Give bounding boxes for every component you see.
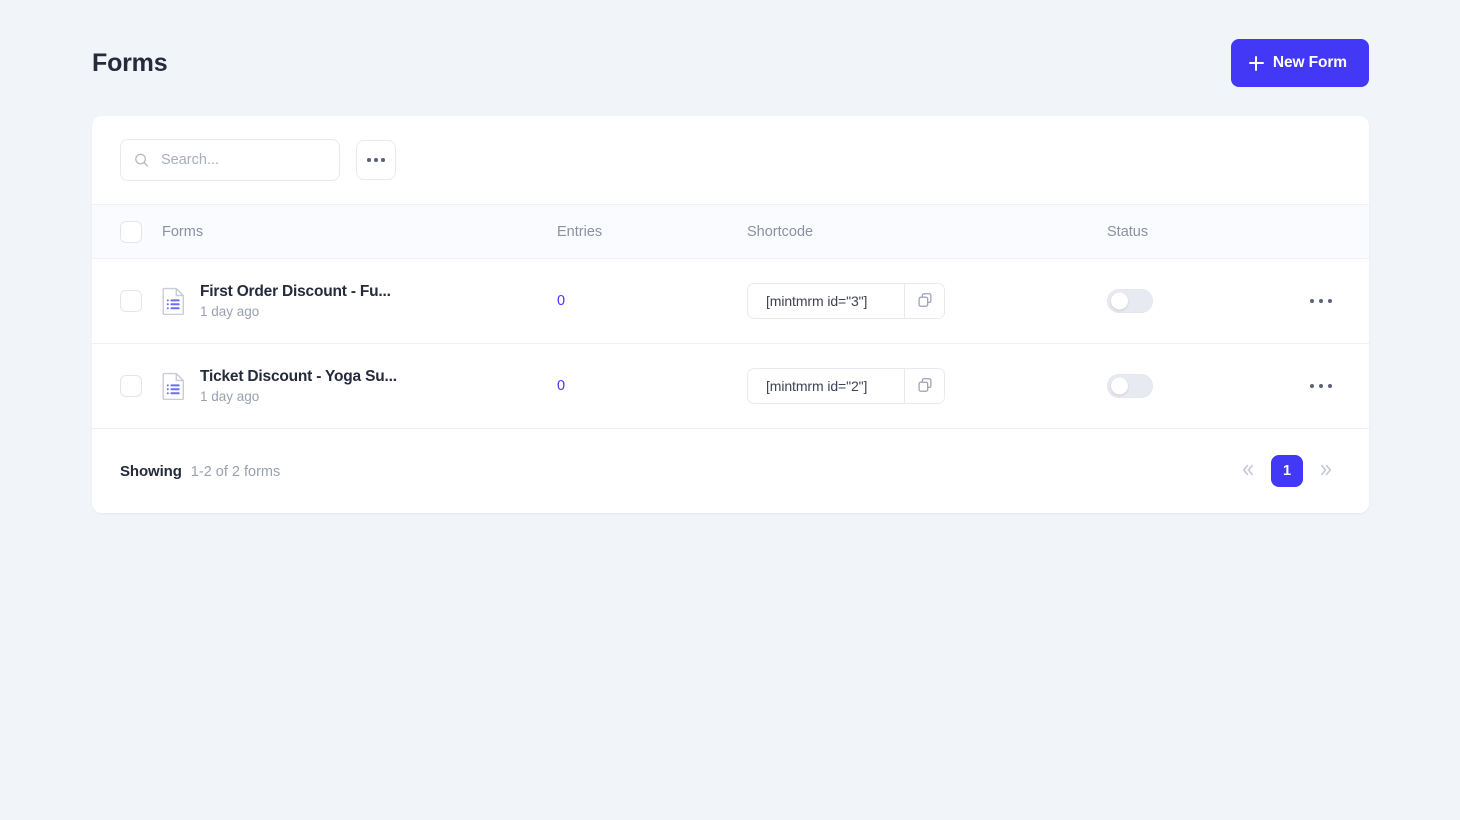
row-more-button[interactable] <box>1299 286 1343 316</box>
form-name[interactable]: Ticket Discount - Yoga Su... <box>200 368 397 385</box>
column-header-forms: Forms <box>162 204 557 259</box>
page-title: Forms <box>92 48 168 77</box>
page-header: Forms New Form <box>92 38 1369 88</box>
double-chevron-left-icon <box>1239 461 1257 482</box>
copy-icon <box>917 377 933 396</box>
showing-label: Showing <box>120 462 182 480</box>
row-checkbox[interactable] <box>120 375 142 397</box>
pagination-first-button[interactable] <box>1233 456 1263 486</box>
plus-icon <box>1248 55 1264 71</box>
ellipsis-icon-dot <box>1310 298 1315 304</box>
column-header-shortcode: Shortcode <box>747 204 1107 259</box>
table-row: Ticket Discount - Yoga Su... 1 day ago 0 <box>92 343 1369 429</box>
form-modified-date: 1 day ago <box>200 388 260 404</box>
row-select-cell <box>92 258 162 344</box>
pagination: 1 <box>1233 455 1341 487</box>
column-header-entries: Entries <box>557 204 747 259</box>
copy-shortcode-button[interactable] <box>904 284 944 318</box>
status-toggle-knob <box>1111 292 1128 310</box>
entries-count-link[interactable]: 0 <box>557 378 565 394</box>
forms-toolbar <box>92 116 1369 204</box>
select-all-header <box>92 204 162 259</box>
shortcode-input[interactable] <box>748 284 904 318</box>
row-checkbox[interactable] <box>120 290 142 312</box>
table-row: First Order Discount - Fu... 1 day ago 0 <box>92 258 1369 344</box>
double-chevron-right-icon <box>1317 461 1335 482</box>
ellipsis-icon-dot <box>367 158 371 162</box>
shortcode-input[interactable] <box>748 369 904 403</box>
ellipsis-icon-dot <box>1318 383 1324 389</box>
row-form-cell: First Order Discount - Fu... 1 day ago <box>162 258 557 344</box>
ellipsis-icon-dot <box>1327 298 1332 304</box>
copy-shortcode-button[interactable] <box>904 369 944 403</box>
document-list-icon <box>162 287 186 316</box>
forms-card: Forms Entries Shortcode Status <box>92 116 1369 513</box>
row-shortcode-cell <box>747 258 1107 344</box>
row-select-cell <box>92 343 162 429</box>
copy-icon <box>917 292 933 311</box>
forms-table: Forms Entries Shortcode Status First Ord… <box>92 204 1369 429</box>
showing-summary: Showing 1-2 of 2 forms <box>120 463 280 480</box>
ellipsis-icon-dot <box>1318 298 1324 304</box>
forms-table-head: Forms Entries Shortcode Status <box>92 204 1369 259</box>
new-form-button[interactable]: New Form <box>1230 39 1369 87</box>
forms-table-body: First Order Discount - Fu... 1 day ago 0 <box>92 258 1369 429</box>
table-footer: Showing 1-2 of 2 forms 1 <box>92 429 1369 513</box>
status-toggle[interactable] <box>1107 289 1153 313</box>
forms-page: Forms New Form Search... Forms Entries S… <box>0 0 1460 820</box>
table-header-row: Forms Entries Shortcode Status <box>92 204 1369 259</box>
status-toggle[interactable] <box>1107 374 1153 398</box>
ellipsis-icon-dot <box>374 158 378 162</box>
row-form-cell: Ticket Discount - Yoga Su... 1 day ago <box>162 343 557 429</box>
ellipsis-icon-dot <box>1327 383 1332 389</box>
search-field-wrapper <box>120 139 340 181</box>
row-entries-cell: 0 <box>557 343 747 429</box>
search-input[interactable] <box>120 139 340 181</box>
column-header-actions <box>1297 204 1369 259</box>
ellipsis-icon-dot <box>381 158 385 162</box>
pagination-last-button[interactable] <box>1311 456 1341 486</box>
row-status-cell <box>1107 343 1297 429</box>
showing-range: 1-2 of 2 forms <box>190 463 281 480</box>
form-name[interactable]: First Order Discount - Fu... <box>200 283 391 300</box>
column-header-status: Status <box>1107 204 1297 259</box>
row-status-cell <box>1107 258 1297 344</box>
new-form-button-label: New Form <box>1272 54 1347 71</box>
ellipsis-icon-dot <box>1310 383 1315 389</box>
row-shortcode-cell <box>747 343 1107 429</box>
row-entries-cell: 0 <box>557 258 747 344</box>
select-all-checkbox[interactable] <box>120 220 142 243</box>
row-actions-cell <box>1297 258 1369 344</box>
pagination-page-1-button[interactable]: 1 <box>1271 455 1303 487</box>
entries-count-link[interactable]: 0 <box>557 293 565 309</box>
row-more-button[interactable] <box>1299 371 1343 401</box>
status-toggle-knob <box>1111 377 1128 395</box>
document-list-icon <box>162 372 186 401</box>
row-actions-cell <box>1297 343 1369 429</box>
form-modified-date: 1 day ago <box>200 303 260 319</box>
toolbar-more-button[interactable] <box>356 140 396 180</box>
